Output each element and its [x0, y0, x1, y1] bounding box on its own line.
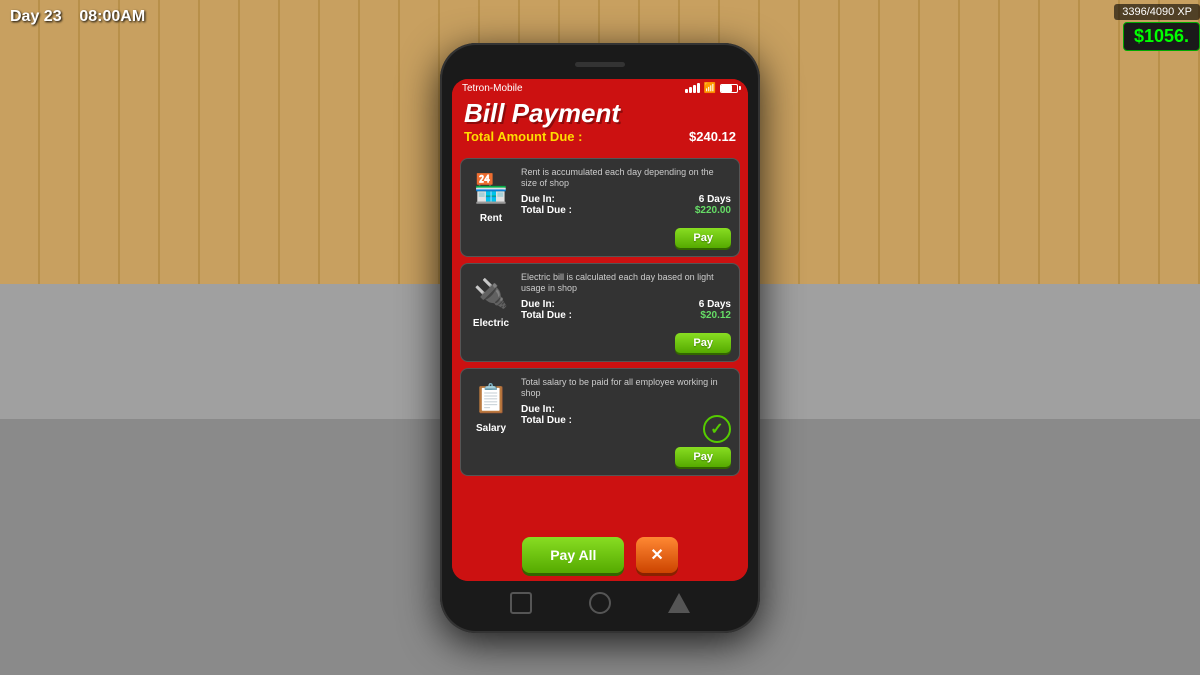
- electric-description: Electric bill is calculated each day bas…: [521, 272, 731, 295]
- total-due-label: Total Amount Due :: [464, 129, 582, 144]
- rent-total-label: Total Due :: [521, 205, 572, 216]
- electric-total-value: $20.12: [700, 310, 731, 321]
- signal-bar-2: [689, 87, 692, 93]
- electric-card-bottom: Pay: [469, 333, 731, 353]
- salary-icon-wrapper: 📋: [469, 377, 513, 421]
- app-header: Bill Payment Total Amount Due : $240.12: [452, 96, 748, 152]
- rent-due-in-label: Due In:: [521, 194, 555, 205]
- salary-due-in-label: Due In:: [521, 404, 555, 415]
- salary-name: Salary: [476, 423, 506, 434]
- money-display: $1056.: [1123, 22, 1200, 51]
- phone-home-bar: [452, 585, 748, 621]
- electric-name: Electric: [473, 318, 509, 329]
- rent-card-top: 🏪 Rent Rent is accumulated each day depe…: [469, 167, 731, 224]
- electric-due-in-value: 6 Days: [699, 299, 731, 310]
- rent-card-bottom: Pay: [469, 228, 731, 248]
- signal-bars: [685, 83, 700, 93]
- hud-top-left: Day 23 08:00AM: [10, 8, 145, 26]
- salary-due-in-row: Due In:: [521, 404, 731, 415]
- electric-icon: 🔌: [474, 277, 509, 310]
- salary-bill-card: 📋 Salary Total salary to be paid for all…: [460, 368, 740, 476]
- electric-card-top: 🔌 Electric Electric bill is calculated e…: [469, 272, 731, 329]
- salary-total-label: Total Due :: [521, 415, 572, 443]
- phone-top-bar: [452, 55, 748, 75]
- electric-total-row: Total Due : $20.12: [521, 310, 731, 321]
- total-due-amount: $240.12: [689, 129, 736, 144]
- rent-total-value: $220.00: [695, 205, 731, 216]
- salary-info: Total salary to be paid for all employee…: [521, 377, 731, 443]
- time-display: 08:00AM: [79, 8, 145, 25]
- rent-icon-wrapper: 🏪: [469, 167, 513, 211]
- signal-bar-1: [685, 89, 688, 93]
- rent-bill-card: 🏪 Rent Rent is accumulated each day depe…: [460, 158, 740, 257]
- signal-bar-4: [697, 83, 700, 93]
- signal-bar-3: [693, 85, 696, 93]
- battery-icon: [720, 84, 738, 93]
- pay-all-button[interactable]: Pay All: [522, 537, 624, 573]
- rent-due-in-value: 6 Days: [699, 194, 731, 205]
- rent-due-in-row: Due In: 6 Days: [521, 194, 731, 205]
- status-right: 📶: [685, 83, 738, 94]
- phone-bottom-btns: Pay All ✕: [452, 531, 748, 581]
- phone: Tetron-Mobile 📶 Bill Payment: [440, 43, 760, 633]
- phone-wrapper: Tetron-Mobile 📶 Bill Payment: [440, 43, 760, 633]
- electric-bill-card: 🔌 Electric Electric bill is calculated e…: [460, 263, 740, 362]
- status-bar: Tetron-Mobile 📶: [452, 79, 748, 96]
- battery-fill: [721, 85, 732, 92]
- salary-card-bottom: Pay: [469, 447, 731, 467]
- hud-top-right: 3396/4090 XP $1056.: [1114, 4, 1200, 51]
- salary-description: Total salary to be paid for all employee…: [521, 377, 731, 400]
- salary-icon: 📋: [474, 382, 509, 415]
- nav-back-button[interactable]: [510, 592, 532, 614]
- salary-card-top: 📋 Salary Total salary to be paid for all…: [469, 377, 731, 443]
- rent-info: Rent is accumulated each day depending o…: [521, 167, 731, 216]
- electric-due-in-label: Due In:: [521, 299, 555, 310]
- xp-display: 3396/4090 XP: [1114, 4, 1200, 20]
- phone-screen: Tetron-Mobile 📶 Bill Payment: [452, 79, 748, 581]
- close-button[interactable]: ✕: [636, 537, 677, 573]
- phone-speaker: [575, 62, 625, 67]
- nav-recent-button[interactable]: [668, 593, 690, 613]
- salary-pay-button[interactable]: Pay: [675, 447, 731, 467]
- electric-total-label: Total Due :: [521, 310, 572, 321]
- total-due-row: Total Amount Due : $240.12: [464, 129, 736, 144]
- day-display: Day 23: [10, 8, 62, 25]
- electric-info: Electric bill is calculated each day bas…: [521, 272, 731, 321]
- rent-icon: 🏪: [474, 172, 509, 205]
- salary-paid-checkmark: ✓: [703, 415, 731, 443]
- carrier-label: Tetron-Mobile: [462, 83, 523, 94]
- rent-name: Rent: [480, 213, 502, 224]
- salary-total-row: Total Due : ✓: [521, 415, 731, 443]
- rent-pay-button[interactable]: Pay: [675, 228, 731, 248]
- wifi-icon: 📶: [704, 83, 716, 94]
- app-title: Bill Payment: [464, 98, 736, 129]
- bills-list: 🏪 Rent Rent is accumulated each day depe…: [452, 152, 748, 531]
- electric-icon-wrapper: 🔌: [469, 272, 513, 316]
- electric-due-in-row: Due In: 6 Days: [521, 299, 731, 310]
- nav-home-button[interactable]: [589, 592, 611, 614]
- electric-pay-button[interactable]: Pay: [675, 333, 731, 353]
- rent-total-row: Total Due : $220.00: [521, 205, 731, 216]
- rent-description: Rent is accumulated each day depending o…: [521, 167, 731, 190]
